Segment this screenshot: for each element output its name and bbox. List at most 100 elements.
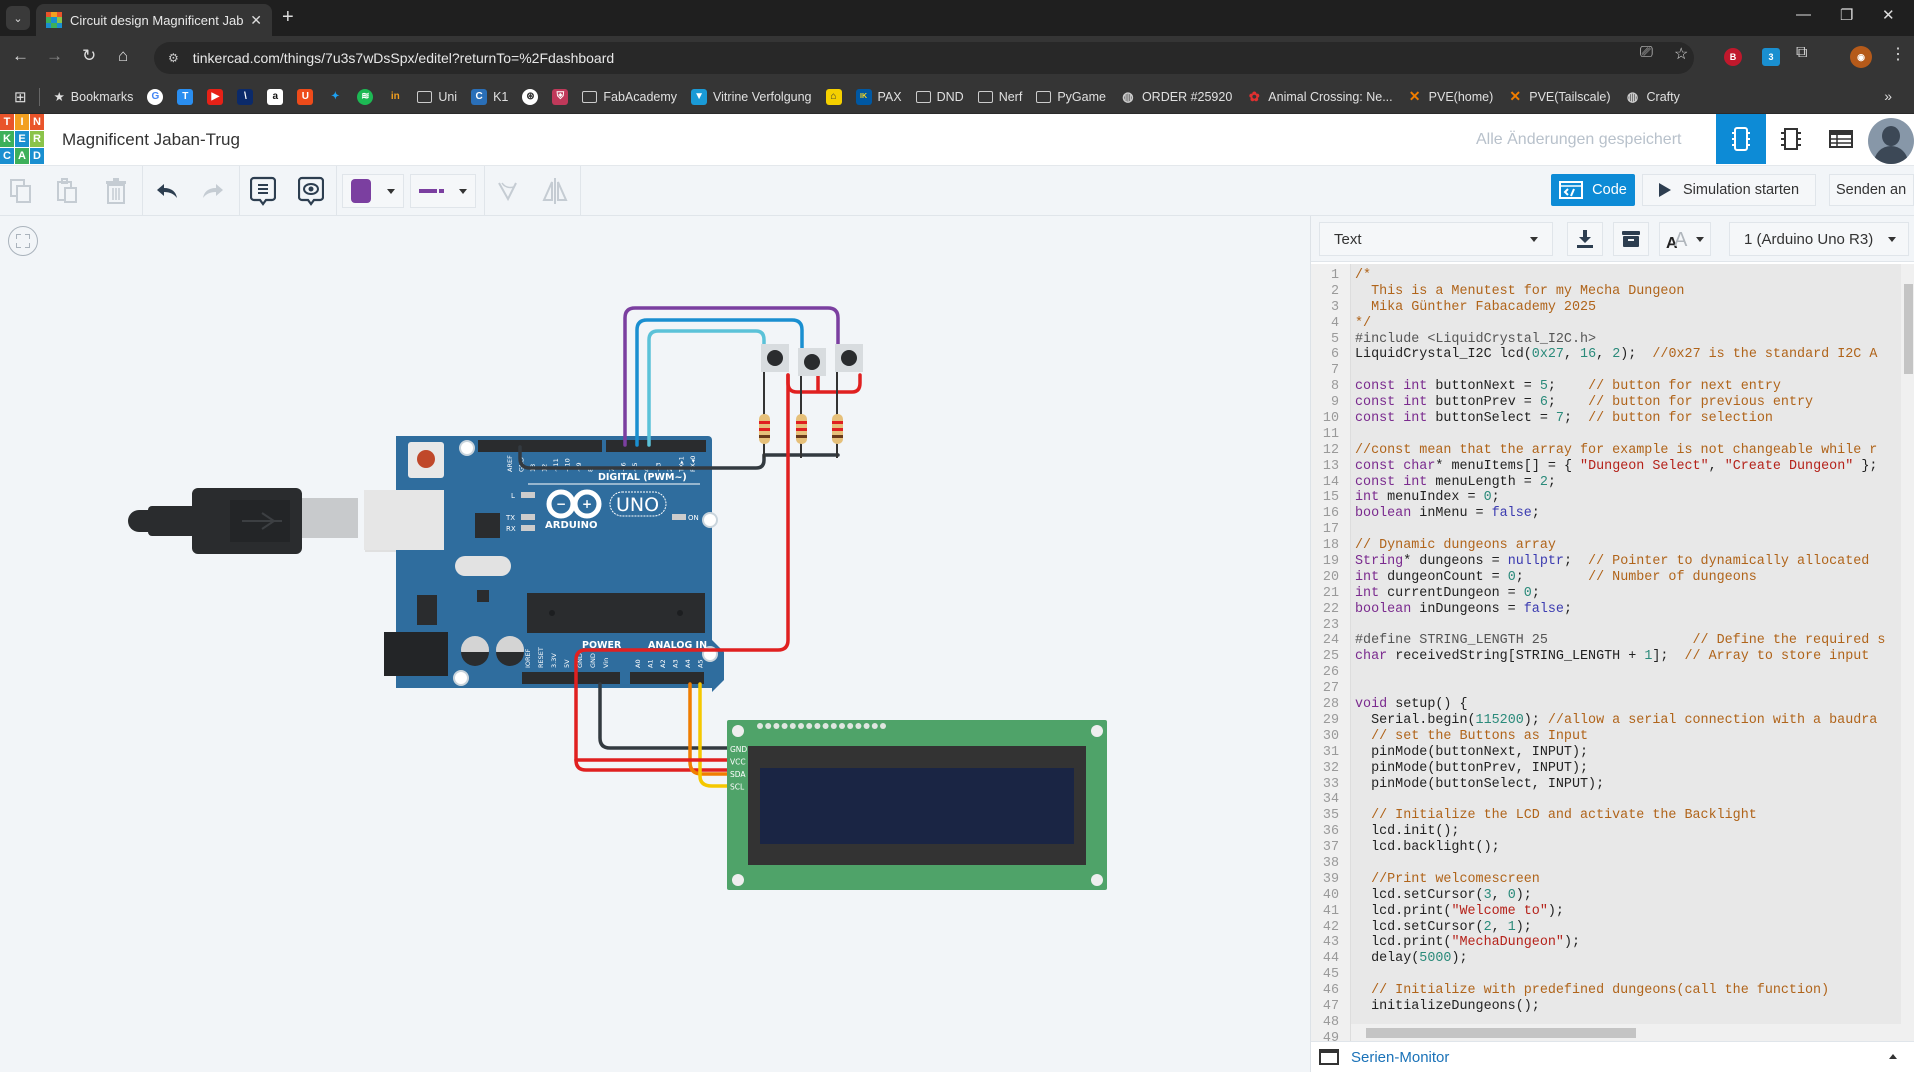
code-line[interactable]: 21 int currentDungeon = 0;	[1311, 586, 1901, 602]
wire-black-gnd-lcd[interactable]	[598, 682, 732, 750]
install-app-icon[interactable]: ⎚	[1640, 44, 1653, 62]
font-size-dropdown[interactable]: AA	[1659, 222, 1711, 256]
code-line[interactable]: 8 const int buttonNext = 5; // button for…	[1311, 379, 1901, 395]
code-line[interactable]: 46 // Initialize with predefined dungeon…	[1311, 983, 1901, 999]
schematic-view-button[interactable]	[1766, 114, 1816, 164]
code-editor[interactable]: 1/* 2 This is a Menutest for my Mecha Dun…	[1311, 264, 1914, 1041]
browser-menu-icon[interactable]: ⋮	[1890, 44, 1906, 64]
power-header[interactable]	[522, 672, 620, 684]
code-line[interactable]: 43 lcd.print("MechaDungeon");	[1311, 935, 1901, 951]
wire-type-dropdown[interactable]	[410, 174, 476, 208]
expand-up-icon[interactable]	[1889, 1054, 1897, 1059]
code-line[interactable]: 17	[1311, 522, 1901, 538]
resistor[interactable]	[832, 372, 843, 458]
notes-visibility-button[interactable]	[296, 176, 326, 206]
code-line[interactable]: 35 // Initialize the LCD and activate th…	[1311, 808, 1901, 824]
code-line[interactable]: 3 Mika Günther Fabacademy 2025	[1311, 300, 1901, 316]
bookmark-star-icon[interactable]: ☆	[1674, 44, 1688, 64]
code-line[interactable]: 37 lcd.backlight();	[1311, 840, 1901, 856]
reload-icon[interactable]: ↻	[82, 46, 96, 66]
code-line[interactable]: 44 delay(5000);	[1311, 951, 1901, 967]
bird-bookmark[interactable]: ✦	[327, 89, 343, 105]
pushbutton[interactable]	[798, 348, 826, 376]
bookmarks-button[interactable]: ★ Bookmarks	[54, 89, 134, 105]
undo-button[interactable]	[152, 176, 182, 206]
pushbutton[interactable]	[761, 344, 789, 372]
forward-icon[interactable]: →	[46, 46, 63, 66]
bitdefender-extension-icon[interactable]: B	[1724, 48, 1742, 66]
resistor[interactable]	[759, 372, 770, 458]
device-dropdown[interactable]: 1 (Arduino Uno R3)	[1729, 222, 1909, 256]
wire-lightblue[interactable]	[647, 329, 766, 447]
bookmark-pve-tailscale[interactable]: ✕ PVE(Tailscale)	[1507, 88, 1610, 105]
code-line[interactable]: 19 String* dungeons = nullptr; // Pointer…	[1311, 554, 1901, 570]
horizontal-scrollbar[interactable]	[1351, 1024, 1901, 1041]
bookmark-pve-home[interactable]: ✕ PVE(home)	[1407, 88, 1493, 105]
code-line[interactable]: 20 int dungeonCount = 0; // Number of dun…	[1311, 570, 1901, 586]
circuit-canvas[interactable]: AREF GND 13 12 ~11 ~10 ~9 8 7 ~6 ~5 4 ~3 2 TX▸1 RX◂0 DI…	[0, 216, 1310, 1072]
vertical-scrollbar[interactable]	[1901, 264, 1914, 1041]
amazon-bookmark[interactable]: a	[267, 88, 284, 105]
code-line[interactable]: 47 initializeDungeons();	[1311, 999, 1901, 1015]
bookmark-crafty[interactable]: ◍ Crafty	[1625, 89, 1680, 105]
browser-tab[interactable]: Circuit design Magnificent Jaban-Trug ✕	[36, 4, 272, 36]
site-settings-icon[interactable]: ⚙	[168, 51, 179, 65]
analog-header[interactable]	[630, 672, 704, 684]
restore-icon[interactable]: ❐	[1840, 6, 1853, 24]
circuit-view-button[interactable]	[1716, 114, 1766, 164]
serial-monitor-bar[interactable]: Serien-Monitor	[1311, 1041, 1914, 1072]
apps-icon[interactable]: ⊞	[14, 88, 27, 106]
rotate-button[interactable]	[492, 176, 522, 206]
delete-button[interactable]	[101, 176, 131, 206]
code-line[interactable]: 16 boolean inMenu = false;	[1311, 506, 1901, 522]
redo-button[interactable]	[198, 176, 228, 206]
pushbutton[interactable]	[835, 344, 863, 372]
profile-icon[interactable]: ◉	[1850, 46, 1872, 68]
code-line[interactable]: 12 //const mean that the array for exampl…	[1311, 443, 1901, 459]
code-line[interactable]: 33 pinMode(buttonSelect, INPUT);	[1311, 777, 1901, 793]
start-simulation-button[interactable]: Simulation starten	[1642, 174, 1816, 206]
code-line[interactable]: 27	[1311, 681, 1901, 697]
more-bookmarks-icon[interactable]: »	[1884, 88, 1892, 104]
code-line[interactable]: 13 const char* menuItems[] = { "Dungeon S…	[1311, 459, 1901, 475]
close-window-icon[interactable]: ✕	[1882, 6, 1895, 24]
arduino-uno-board[interactable]: AREF GND 13 12 ~11 ~10 ~9 8 7 ~6 ~5 4 ~3 2 TX▸1 RX◂0 DI…	[364, 436, 724, 692]
code-line[interactable]: 31 pinMode(buttonNext, INPUT);	[1311, 745, 1901, 761]
libraries-button[interactable]	[1613, 222, 1649, 256]
minimize-icon[interactable]: —	[1796, 6, 1811, 23]
code-line[interactable]: 14 const int menuLength = 2;	[1311, 475, 1901, 491]
bookmark-pax[interactable]: IK PAX	[855, 88, 902, 105]
bookmark-uni[interactable]: Uni	[417, 90, 457, 104]
code-line[interactable]: 45	[1311, 967, 1901, 983]
bookmark-fabacademy[interactable]: FabAcademy	[582, 90, 677, 104]
wire-color-dropdown[interactable]	[342, 174, 404, 208]
code-line[interactable]: 42 lcd.setCursor(2, 1);	[1311, 920, 1901, 936]
code-line[interactable]: 39 //Print welcomescreen	[1311, 872, 1901, 888]
code-line[interactable]: 30 // set the Buttons as Input	[1311, 729, 1901, 745]
bookmark-dnd[interactable]: DND	[915, 90, 964, 104]
home-icon[interactable]: ⌂	[118, 46, 128, 66]
resistor[interactable]	[796, 376, 807, 458]
google-bookmark[interactable]: G	[147, 88, 164, 105]
bookmark-nerf[interactable]: Nerf	[977, 90, 1022, 104]
code-line[interactable]: 4 */	[1311, 316, 1901, 332]
bookmark-vitrine[interactable]: ▼ Vitrine Verfolgung	[691, 88, 812, 105]
code-line[interactable]: 32 pinMode(buttonPrev, INPUT);	[1311, 761, 1901, 777]
user-avatar[interactable]	[1868, 118, 1914, 164]
code-line[interactable]: 38	[1311, 856, 1901, 872]
code-line[interactable]: 5 #include <LiquidCrystal_I2C.h>	[1311, 332, 1901, 348]
code-line[interactable]: 6 LiquidCrystal_I2C lcd(0x27, 16, 2); //0…	[1311, 347, 1901, 363]
extension-badge-icon[interactable]: 3	[1762, 48, 1780, 66]
code-line[interactable]: 26	[1311, 665, 1901, 681]
code-line[interactable]: 40 lcd.setCursor(3, 0);	[1311, 888, 1901, 904]
code-line[interactable]: 23	[1311, 618, 1901, 634]
bookmark-k1[interactable]: C K1	[471, 88, 508, 105]
url-field[interactable]: ⚙ tinkercad.com/things/7u3s7wDsSpx/edite…	[154, 42, 1694, 74]
spotify-bookmark[interactable]: ≋	[357, 88, 374, 105]
code-line[interactable]: 22 boolean inDungeons = false;	[1311, 602, 1901, 618]
youtube-bookmark[interactable]: ▶	[207, 88, 224, 105]
digital-header-right[interactable]	[606, 440, 706, 452]
code-line[interactable]: 10 const int buttonSelect = 7; // button …	[1311, 411, 1901, 427]
code-mode-dropdown[interactable]: Text	[1319, 222, 1553, 256]
code-line[interactable]: 25 char receivedString[STRING_LENGTH + 1]…	[1311, 649, 1901, 665]
